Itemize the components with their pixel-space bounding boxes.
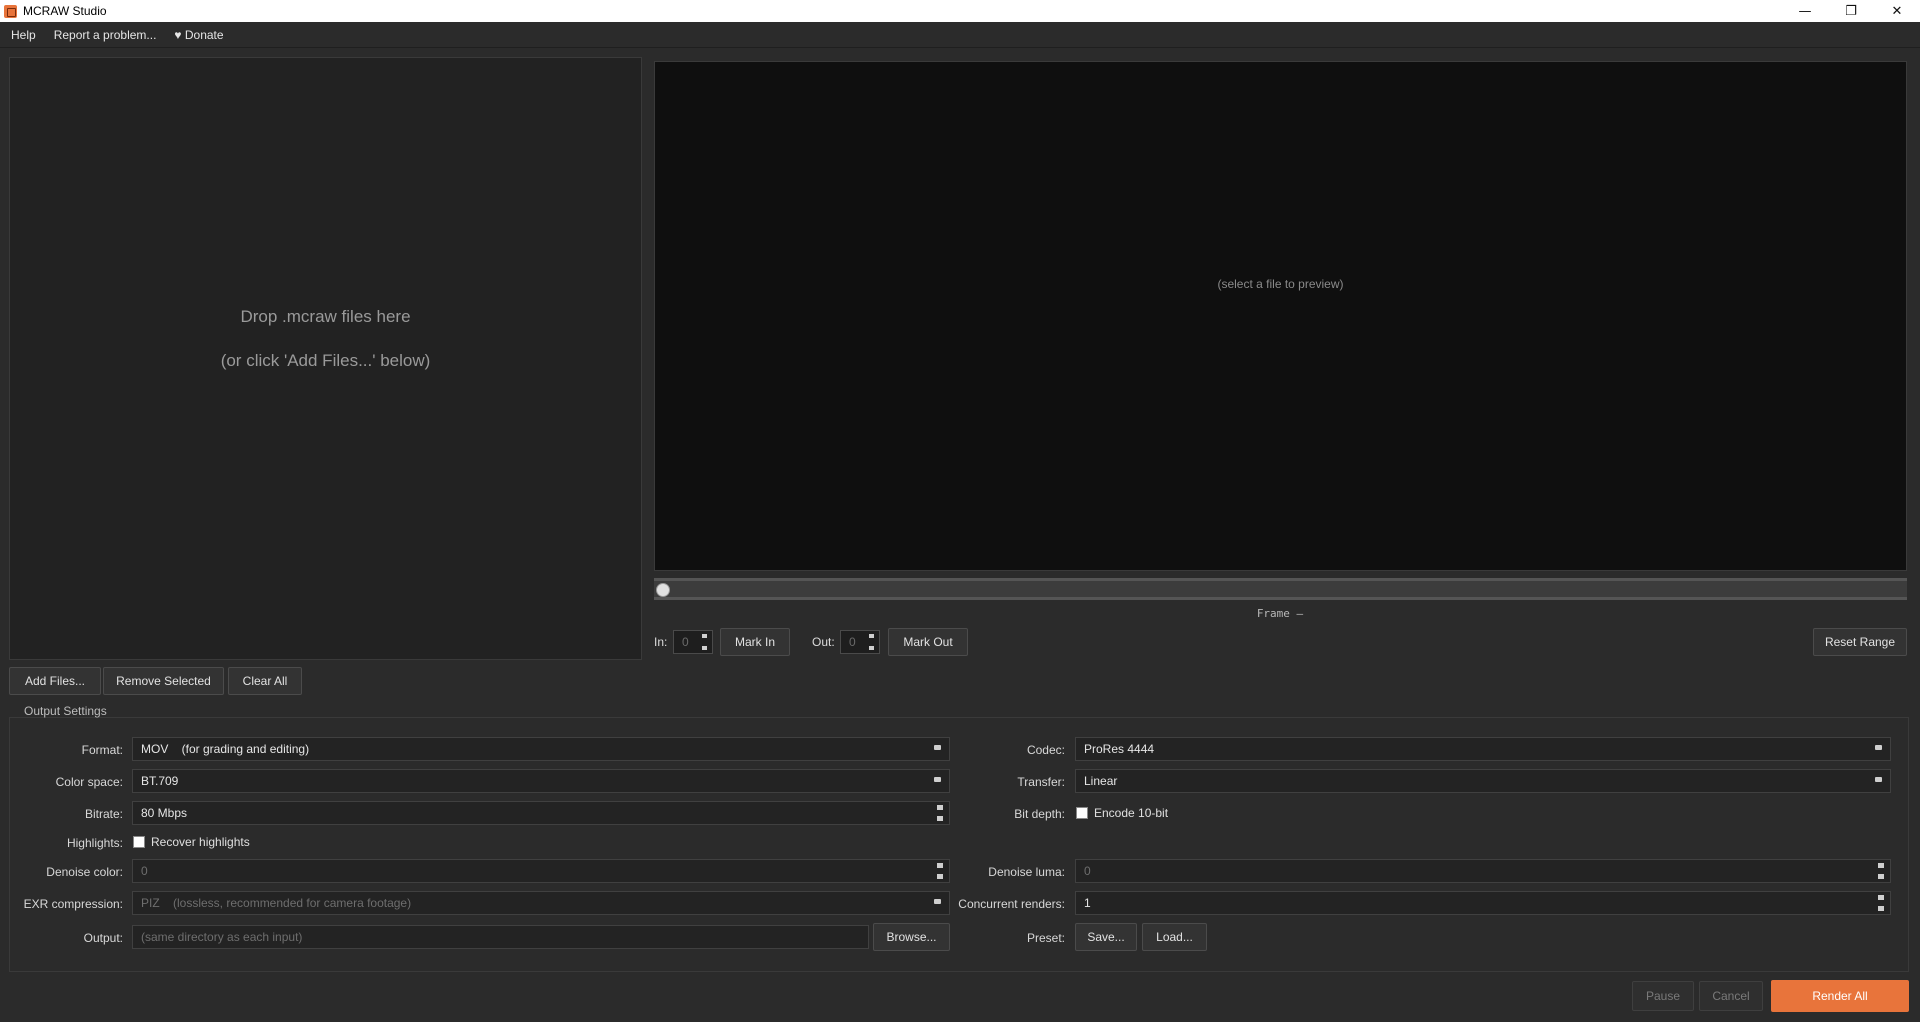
concurrent-renders-label: Concurrent renders: xyxy=(958,897,1065,911)
render-all-button[interactable]: Render All xyxy=(1771,980,1909,1012)
restore-icon[interactable]: ❐ xyxy=(1828,0,1874,22)
output-label: Output: xyxy=(83,931,123,945)
dropdown-icon xyxy=(934,777,941,782)
dropdown-icon xyxy=(1875,745,1882,750)
bitrate-spinbox[interactable]: 80 Mbps xyxy=(132,801,950,825)
recover-highlights-checkbox[interactable]: Recover highlights xyxy=(133,835,250,849)
denoise-luma-spinbox[interactable]: 0 xyxy=(1075,859,1891,883)
transfer-select[interactable]: Linear xyxy=(1075,769,1891,793)
mark-out-button[interactable]: Mark Out xyxy=(888,628,968,656)
menu-report-problem[interactable]: Report a problem... xyxy=(45,28,166,42)
output-settings-title: Output Settings xyxy=(24,704,107,718)
cancel-button[interactable]: Cancel xyxy=(1699,981,1763,1011)
bitrate-value: 80 Mbps xyxy=(141,806,188,820)
codec-value: ProRes 4444 xyxy=(1084,742,1155,756)
denoise-color-spinbox[interactable]: 0 xyxy=(132,859,950,883)
pause-button[interactable]: Pause xyxy=(1632,981,1694,1011)
color-space-label: Color space: xyxy=(55,775,123,789)
denoise-luma-value: 0 xyxy=(1084,864,1091,878)
spin-arrows-icon[interactable] xyxy=(869,634,876,650)
spin-arrows-icon[interactable] xyxy=(702,634,709,650)
output-path-placeholder: (same directory as each input) xyxy=(141,930,303,944)
dropdown-icon xyxy=(1875,777,1882,782)
transfer-label: Transfer: xyxy=(1017,775,1065,789)
color-space-select[interactable]: BT.709 xyxy=(132,769,950,793)
drop-hint: Drop .mcraw files here xyxy=(240,306,411,326)
highlights-label: Highlights: xyxy=(66,836,123,850)
add-files-button[interactable]: Add Files... xyxy=(9,667,101,695)
preset-load-button[interactable]: Load... xyxy=(1142,923,1207,951)
spin-arrows-icon[interactable] xyxy=(937,805,943,821)
spin-arrows-icon[interactable] xyxy=(937,863,943,879)
window-title: MCRAW Studio xyxy=(23,4,107,18)
menu-donate[interactable]: ♥ Donate xyxy=(165,28,232,42)
file-drop-zone[interactable]: Drop .mcraw files here (or click 'Add Fi… xyxy=(9,57,642,660)
output-path-input[interactable]: (same directory as each input) xyxy=(132,925,869,949)
preview-area: (select a file to preview) xyxy=(654,61,1907,571)
clear-all-button[interactable]: Clear All xyxy=(228,667,302,695)
bitrate-label: Bitrate: xyxy=(84,807,123,821)
color-space-value: BT.709 xyxy=(141,774,179,788)
dropdown-icon xyxy=(934,745,941,750)
preset-label: Preset: xyxy=(1026,931,1065,945)
frame-slider[interactable] xyxy=(654,578,1907,600)
remove-selected-button[interactable]: Remove Selected xyxy=(103,667,224,695)
recover-highlights-label: Recover highlights xyxy=(151,835,250,849)
in-frame-spinbox[interactable]: 0 xyxy=(673,630,713,654)
menu-bar: Help Report a problem... ♥ Donate xyxy=(0,22,1920,48)
encode-10bit-label: Encode 10-bit xyxy=(1094,806,1169,820)
bit-depth-label: Bit depth: xyxy=(1014,807,1065,821)
checkbox-icon[interactable] xyxy=(1076,807,1088,819)
preset-save-button[interactable]: Save... xyxy=(1075,923,1137,951)
denoise-luma-label: Denoise luma: xyxy=(988,865,1065,879)
codec-label: Codec: xyxy=(1026,743,1065,757)
frame-slider-handle[interactable] xyxy=(656,583,670,597)
browse-button[interactable]: Browse... xyxy=(873,923,950,951)
format-value: MOV (for grading and editing) xyxy=(141,742,310,756)
in-frame-value: 0 xyxy=(682,635,689,649)
preview-placeholder: (select a file to preview) xyxy=(1217,277,1344,291)
app-logo-icon xyxy=(4,4,17,18)
out-frame-spinbox[interactable]: 0 xyxy=(840,630,880,654)
out-frame-value: 0 xyxy=(849,635,856,649)
spin-arrows-icon[interactable] xyxy=(1878,863,1884,879)
reset-range-button[interactable]: Reset Range xyxy=(1813,628,1907,656)
format-label: Format: xyxy=(81,743,123,757)
format-select[interactable]: MOV (for grading and editing) xyxy=(132,737,950,761)
checkbox-icon[interactable] xyxy=(133,836,145,848)
codec-select[interactable]: ProRes 4444 xyxy=(1075,737,1891,761)
drop-hint-secondary: (or click 'Add Files...' below) xyxy=(220,350,431,370)
frame-label: Frame — xyxy=(1256,607,1304,620)
exr-compression-value: PIZ (lossless, recommended for camera fo… xyxy=(141,896,412,910)
concurrent-renders-value: 1 xyxy=(1084,896,1091,910)
transfer-value: Linear xyxy=(1084,774,1118,788)
exr-compression-label: EXR compression: xyxy=(23,897,123,911)
concurrent-renders-spinbox[interactable]: 1 xyxy=(1075,891,1891,915)
out-label: Out: xyxy=(812,635,835,649)
title-bar: MCRAW Studio — ❐ ✕ xyxy=(0,0,1920,22)
dropdown-icon xyxy=(934,899,941,904)
close-icon[interactable]: ✕ xyxy=(1874,0,1920,22)
minimize-icon[interactable]: — xyxy=(1782,0,1828,22)
in-label: In: xyxy=(654,635,668,649)
denoise-color-label: Denoise color: xyxy=(46,865,123,879)
exr-compression-select[interactable]: PIZ (lossless, recommended for camera fo… xyxy=(132,891,950,915)
spin-arrows-icon[interactable] xyxy=(1878,895,1884,911)
denoise-color-value: 0 xyxy=(141,864,148,878)
encode-10bit-checkbox[interactable]: Encode 10-bit xyxy=(1076,806,1168,820)
window-controls: — ❐ ✕ xyxy=(1782,0,1920,22)
menu-help[interactable]: Help xyxy=(2,28,45,42)
mark-in-button[interactable]: Mark In xyxy=(720,628,790,656)
